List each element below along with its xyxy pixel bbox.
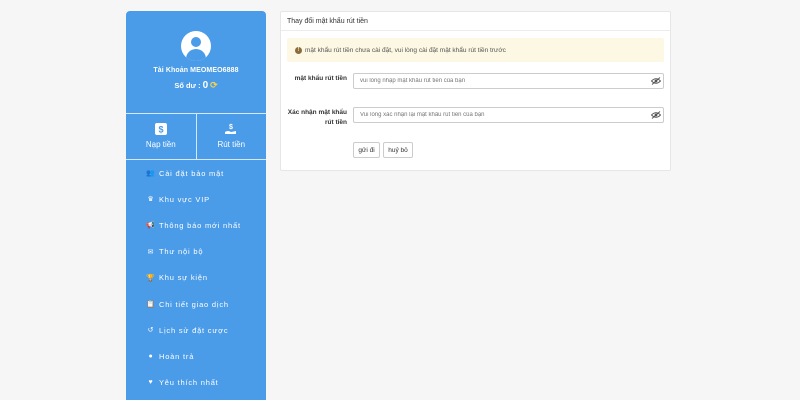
avatar-icon — [181, 31, 211, 61]
sidebar-item-transactions[interactable]: 📋 Chi tiết giao dịch — [126, 291, 266, 317]
page: Tài Khoản MEOMEO6888 Số dư : 0 ⟳ $ Nạp t… — [0, 0, 800, 400]
withdraw-icon: $ — [225, 124, 237, 134]
coin-icon: ● — [148, 352, 154, 360]
withdraw-password-panel: Thay đổi mật khẩu rút tiền ! mật khẩu rú… — [280, 11, 671, 171]
crown-icon: ♛ — [147, 196, 155, 204]
alert-text: mật khẩu rút tiền chưa cài đặt, vui lòng… — [305, 46, 506, 54]
deposit-button[interactable]: $ Nạp tiền — [126, 114, 196, 159]
withdraw-button[interactable]: $ Rút tiền — [195, 114, 267, 159]
trophy-icon: 🏆 — [146, 274, 156, 282]
deposit-icon: $ — [154, 123, 167, 135]
confirm-label: Xác nhận mật khẩu rút tiền — [287, 109, 347, 126]
balance-value: 0 — [202, 80, 209, 91]
eye-slash-icon[interactable] — [651, 111, 661, 119]
clipboard-icon: 📋 — [146, 301, 156, 309]
user-shield-icon: 👥 — [146, 170, 156, 178]
balance: Số dư : 0 ⟳ — [126, 80, 266, 91]
panel-title: Thay đổi mật khẩu rút tiền — [281, 12, 670, 31]
megaphone-icon: 📢 — [146, 222, 156, 230]
password-label: mật khẩu rút tiền — [294, 75, 347, 82]
warning-alert: ! mật khẩu rút tiền chưa cài đặt, vui lò… — [287, 38, 664, 62]
history-icon: ↺ — [147, 327, 155, 335]
sidebar-item-favorites[interactable]: ♥ Yêu thích nhất — [126, 370, 266, 396]
svg-text:$: $ — [229, 124, 233, 131]
sidebar-item-bet-history[interactable]: ↺ Lịch sử đặt cược — [126, 317, 266, 343]
sidebar-item-notifications[interactable]: 📢 Thông báo mới nhất — [126, 212, 266, 238]
submit-button[interactable]: gửi đi — [353, 142, 380, 158]
refresh-icon[interactable]: ⟳ — [210, 81, 218, 90]
eye-slash-icon[interactable] — [651, 77, 661, 85]
sidebar-item-vip[interactable]: ♛ Khu vực VIP — [126, 186, 266, 212]
profile-section: Tài Khoản MEOMEO6888 Số dư : 0 ⟳ — [126, 11, 266, 113]
sidebar-item-security[interactable]: 👥 Cài đặt bảo mật — [126, 160, 266, 186]
cancel-button[interactable]: huỷ bỏ — [383, 142, 413, 158]
warning-icon: ! — [295, 46, 302, 54]
confirm-password-input[interactable] — [353, 107, 664, 123]
balance-label: Số dư : — [174, 81, 201, 90]
money-actions: $ Nạp tiền $ Rút tiền — [126, 113, 266, 160]
account-name: Tài Khoản MEOMEO6888 — [153, 67, 239, 74]
sidebar-item-rebate[interactable]: ● Hoàn trả — [126, 343, 266, 369]
svg-text:$: $ — [158, 125, 163, 135]
sidebar-item-mail[interactable]: ✉ Thư nội bộ — [126, 239, 266, 265]
sidebar-menu: 👥 Cài đặt bảo mật ♛ Khu vực VIP 📢 Thông báo… — [126, 160, 266, 396]
password-input[interactable] — [353, 73, 664, 89]
envelope-icon: ✉ — [147, 248, 155, 256]
heart-icon: ♥ — [148, 379, 154, 387]
withdraw-label: Rút tiền — [217, 140, 246, 149]
sidebar-item-events[interactable]: 🏆 Khu sự kiện — [126, 265, 266, 291]
deposit-label: Nạp tiền — [145, 140, 176, 149]
sidebar: Tài Khoản MEOMEO6888 Số dư : 0 ⟳ $ Nạp t… — [126, 11, 266, 400]
